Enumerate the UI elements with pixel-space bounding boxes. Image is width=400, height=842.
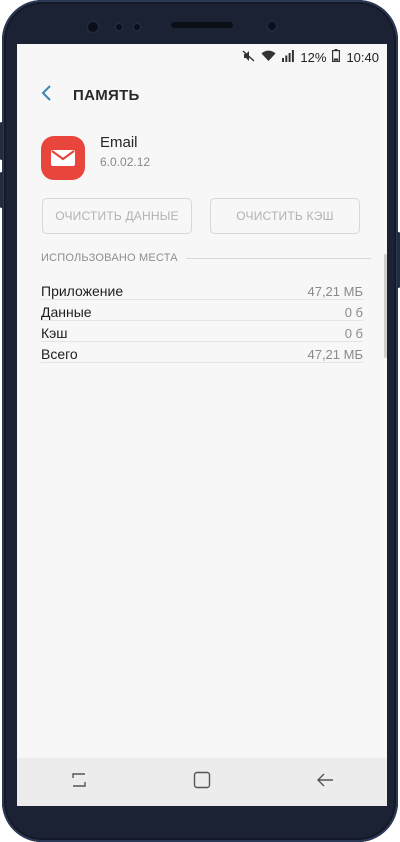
list-item: Приложение 47,21 МБ	[41, 279, 363, 300]
list-item: Данные 0 б	[41, 300, 363, 321]
email-envelope-icon	[41, 136, 85, 180]
signal-icon	[282, 49, 295, 65]
wifi-icon	[261, 50, 276, 65]
phone-frame: 12% 10:40 ПАМЯТЬ Email 6.0.02.12 ОЧИСТИТ…	[0, 0, 400, 842]
app-bar: ПАМЯТЬ	[17, 70, 387, 120]
clock: 10:40	[346, 49, 379, 65]
clear-cache-button[interactable]: ОЧИСТИТЬ КЭШ	[210, 198, 360, 234]
row-label: Кэш	[41, 325, 68, 341]
app-info: Email 6.0.02.12	[17, 120, 387, 194]
row-value: 0 б	[344, 305, 363, 320]
status-bar: 12% 10:40	[17, 44, 387, 70]
navigation-bar	[17, 758, 387, 806]
section-header: ИСПОЛЬЗОВАНО МЕСТА	[17, 251, 387, 265]
row-label: Приложение	[41, 283, 124, 299]
row-value: 0 б	[344, 326, 363, 341]
home-button[interactable]	[182, 762, 222, 802]
section-title: ИСПОЛЬЗОВАНО МЕСТА	[41, 252, 178, 264]
divider	[185, 257, 371, 259]
clear-data-button[interactable]: ОЧИСТИТЬ ДАННЫЕ	[42, 198, 192, 234]
storage-list: Приложение 47,21 МБ Данные 0 б Кэш 0 б В…	[17, 279, 387, 363]
back-arrow-icon	[40, 84, 52, 107]
page-title: ПАМЯТЬ	[73, 86, 140, 104]
front-sensor	[86, 20, 100, 34]
recent-apps-button[interactable]	[59, 762, 99, 802]
battery-percent: 12%	[300, 49, 327, 65]
app-version: 6.0.02.12	[100, 155, 151, 169]
mute-icon	[242, 49, 255, 65]
home-icon	[193, 771, 211, 794]
bixby-button	[0, 172, 3, 208]
row-label: Всего	[41, 346, 78, 362]
screen: 12% 10:40 ПАМЯТЬ Email 6.0.02.12 ОЧИСТИТ…	[17, 44, 387, 806]
battery-icon	[332, 49, 341, 65]
list-item: Кэш 0 б	[41, 321, 363, 342]
list-item: Всего 47,21 МБ	[41, 342, 363, 363]
front-camera	[266, 20, 278, 32]
action-buttons: ОЧИСТИТЬ ДАННЫЕ ОЧИСТИТЬ КЭШ	[17, 198, 387, 234]
recent-apps-icon	[70, 772, 88, 793]
back-nav-button[interactable]	[305, 762, 345, 802]
scrollbar[interactable]	[384, 254, 387, 358]
front-sensor	[132, 22, 142, 32]
earpiece-speaker	[171, 22, 233, 28]
row-label: Данные	[41, 304, 92, 320]
front-sensor	[114, 22, 124, 32]
volume-button	[0, 122, 3, 160]
row-value: 47,21 МБ	[307, 284, 363, 299]
app-name: Email	[100, 134, 138, 151]
row-value: 47,21 МБ	[307, 347, 363, 362]
back-button[interactable]	[27, 70, 65, 120]
back-icon	[316, 773, 334, 792]
